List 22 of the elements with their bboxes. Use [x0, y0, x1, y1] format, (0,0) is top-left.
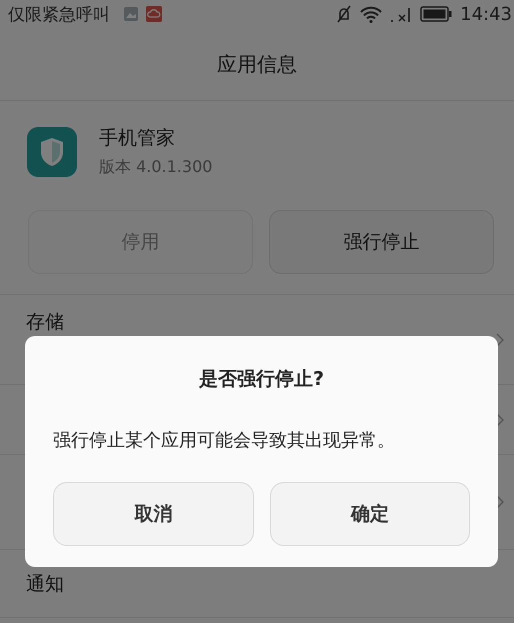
page-title: 应用信息 [217, 50, 297, 78]
chevron-icon[interactable] [496, 495, 504, 509]
chevron-icon[interactable] [496, 332, 504, 346]
section-title: 通知 [26, 572, 64, 596]
section-title: 存储 [26, 310, 64, 335]
mute-icon [336, 5, 352, 23]
dialog-button[interactable]: 取消 [53, 482, 254, 546]
image-icon [124, 7, 138, 21]
signal-icon [390, 6, 412, 22]
shield-icon [27, 126, 77, 176]
chevron-icon[interactable] [496, 412, 504, 426]
app-version: 版本 4.0.1.300 [99, 157, 212, 178]
action-button[interactable]: 强行停止 [269, 210, 494, 274]
wifi-icon [360, 6, 382, 22]
dialog-message: 强行停止某个应用可能会导致其出现异常。 [53, 429, 395, 452]
app-name: 手机管家 [99, 126, 176, 151]
cloud-icon [146, 6, 162, 22]
clock-text: 14:43 [460, 4, 512, 24]
battery-icon [420, 6, 452, 22]
carrier-text: 仅限紧急呼叫 [8, 4, 110, 26]
dialog-button[interactable]: 确定 [270, 482, 470, 546]
dialog-title: 是否强行停止? [198, 367, 324, 392]
